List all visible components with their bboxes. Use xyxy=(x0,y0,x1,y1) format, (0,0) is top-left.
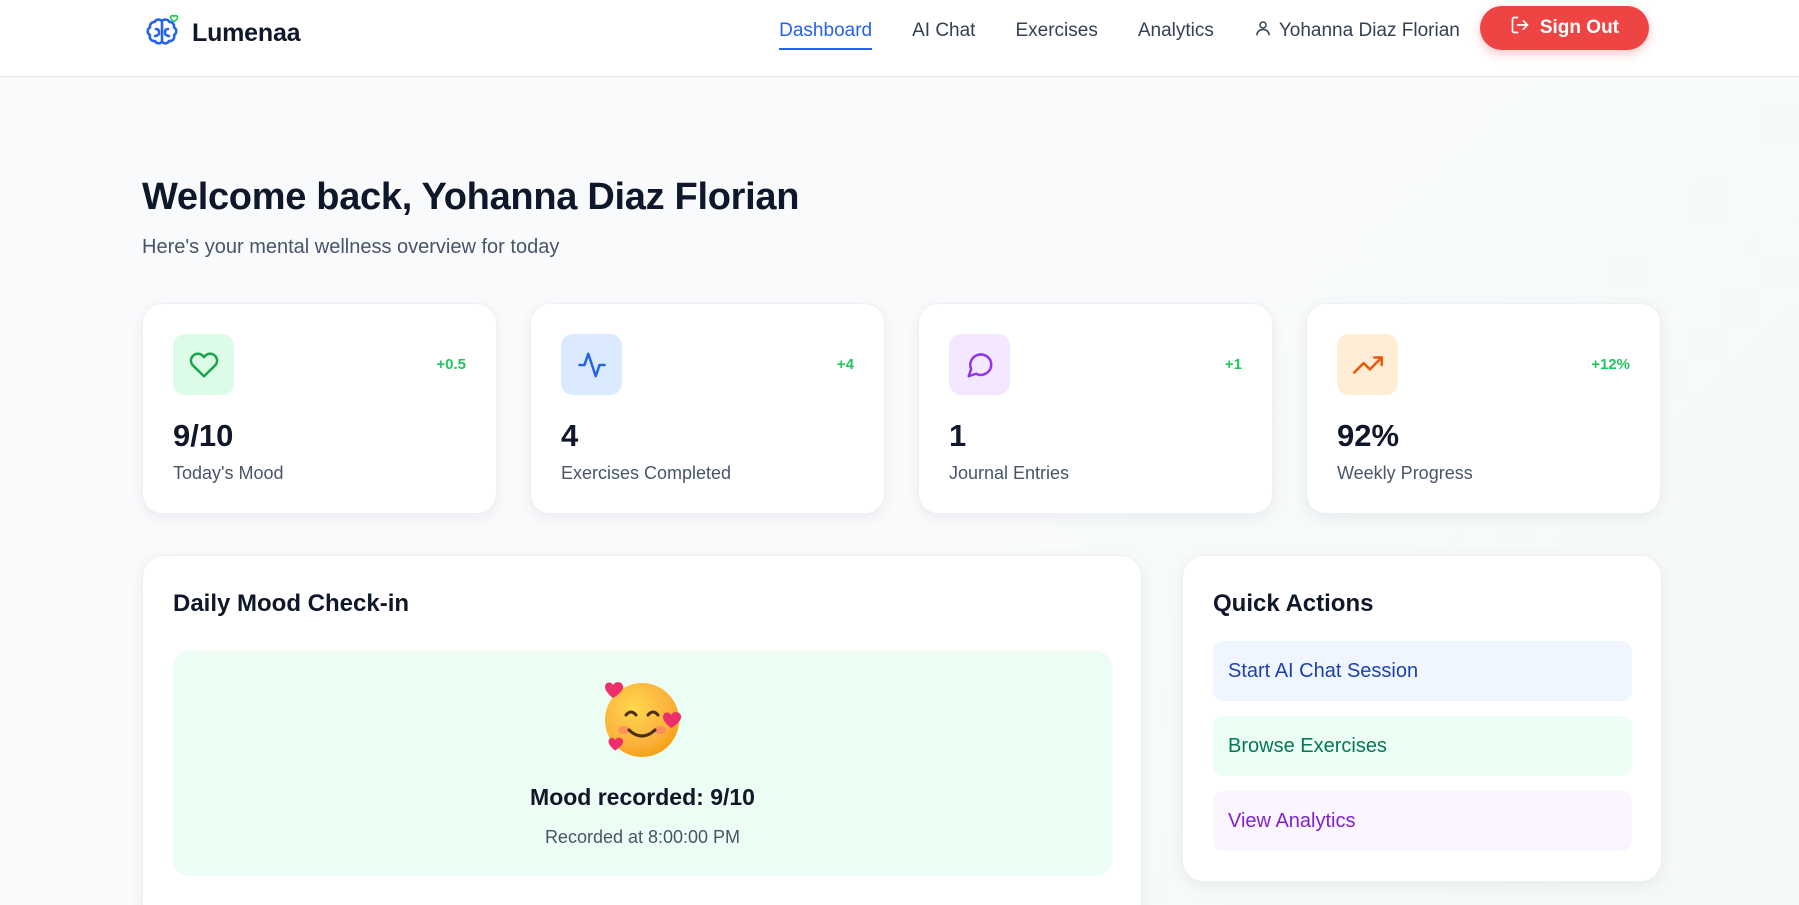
stat-card-exercises: +4 4 Exercises Completed xyxy=(530,303,885,514)
sign-out-button[interactable]: Sign Out xyxy=(1479,6,1649,50)
stat-value: 9/10 xyxy=(173,418,234,453)
stat-card-journal: +1 1 Journal Entries xyxy=(918,303,1273,514)
stat-delta: +1 xyxy=(1224,356,1242,373)
user-name: Yohanna Diaz Florian xyxy=(1278,20,1460,41)
mood-checkin-title: Daily Mood Check-in xyxy=(173,590,410,617)
brain-heart-icon xyxy=(142,12,184,54)
nav-analytics[interactable]: Analytics xyxy=(1138,18,1214,50)
stat-card-progress: +12% 92% Weekly Progress xyxy=(1306,303,1661,514)
top-navigation-bar: Lumenaa Dashboard AI Chat Exercises Anal… xyxy=(0,0,1799,77)
stat-value: 1 xyxy=(949,418,967,453)
mood-checkin-card: Daily Mood Check-in Mood recorded: 9/10 … xyxy=(142,555,1142,905)
log-out-icon xyxy=(1510,15,1530,41)
user-profile[interactable]: Yohanna Diaz Florian xyxy=(1254,19,1460,43)
smiling-face-with-hearts-icon xyxy=(599,675,685,761)
stat-label: Exercises Completed xyxy=(561,463,732,483)
mood-recorded-time: Recorded at 8:00:00 PM xyxy=(544,827,741,847)
stat-delta: +4 xyxy=(836,356,854,373)
sign-out-label: Sign Out xyxy=(1539,17,1619,38)
quick-actions-card: Quick Actions Start AI Chat Session Brow… xyxy=(1182,555,1662,882)
stat-card-mood: +0.5 9/10 Today's Mood xyxy=(142,303,497,514)
trending-up-icon xyxy=(1337,334,1398,395)
activity-icon xyxy=(561,334,622,395)
user-icon xyxy=(1254,19,1272,43)
heart-icon xyxy=(173,334,234,395)
brand-name: Lumenaa xyxy=(192,18,301,47)
stat-label: Weekly Progress xyxy=(1337,463,1473,483)
stat-label: Journal Entries xyxy=(949,463,1070,483)
stat-label: Today's Mood xyxy=(173,463,284,483)
main-nav: Dashboard AI Chat Exercises Analytics Yo… xyxy=(779,6,1649,50)
stat-value: 4 xyxy=(561,418,579,453)
nav-ai-chat[interactable]: AI Chat xyxy=(912,18,975,50)
stat-delta: +0.5 xyxy=(436,356,466,373)
stat-delta: +12% xyxy=(1591,356,1630,373)
brand[interactable]: Lumenaa xyxy=(142,12,301,54)
view-analytics-button[interactable]: View Analytics xyxy=(1213,791,1632,851)
mood-recorded-text: Mood recorded: 9/10 xyxy=(530,784,755,810)
browse-exercises-button[interactable]: Browse Exercises xyxy=(1213,716,1632,776)
page-subtitle: Here's your mental wellness overview for… xyxy=(142,236,560,258)
stat-value: 92% xyxy=(1337,418,1400,453)
message-circle-icon xyxy=(949,334,1010,395)
start-ai-chat-button[interactable]: Start AI Chat Session xyxy=(1213,641,1632,701)
nav-exercises[interactable]: Exercises xyxy=(1015,18,1097,50)
nav-dashboard[interactable]: Dashboard xyxy=(779,18,873,50)
page-title: Welcome back, Yohanna Diaz Florian xyxy=(142,176,800,218)
quick-actions-title: Quick Actions xyxy=(1213,590,1374,617)
mood-recorded-panel: Mood recorded: 9/10 Recorded at 8:00:00 … xyxy=(173,651,1112,876)
